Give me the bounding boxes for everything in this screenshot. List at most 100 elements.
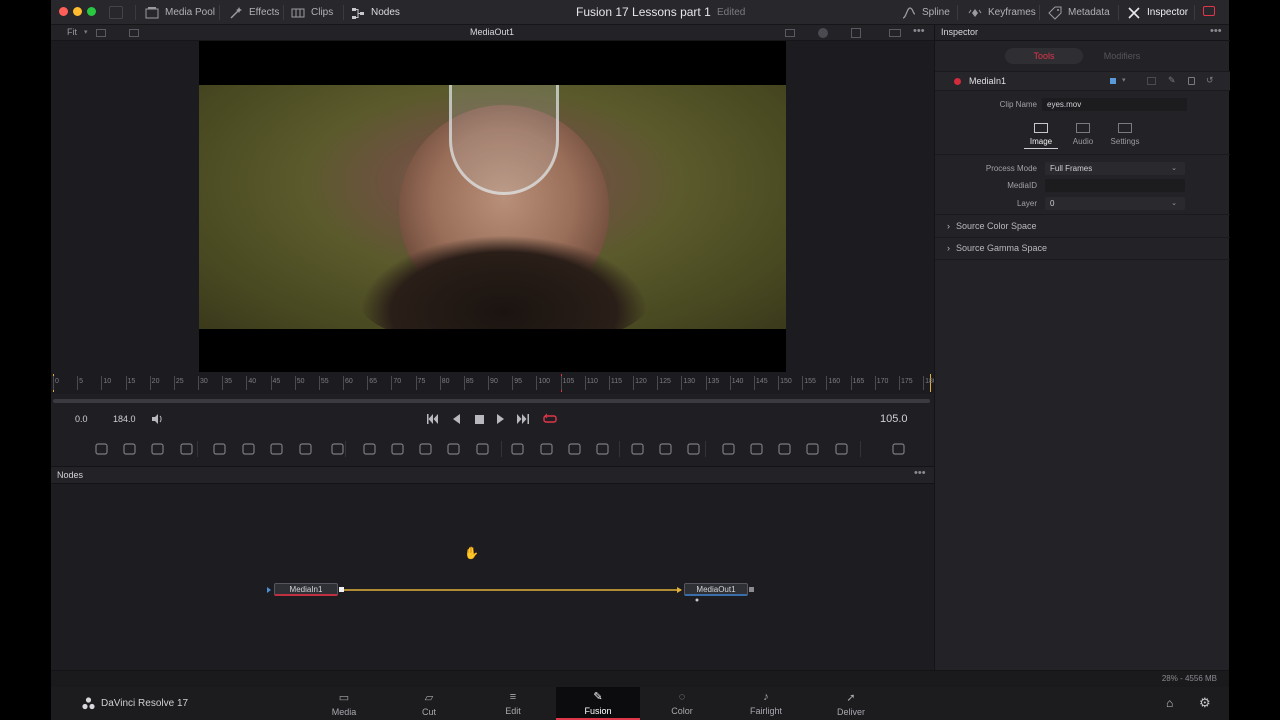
merge-icon[interactable] xyxy=(361,441,377,457)
effects-button[interactable]: Effects xyxy=(229,0,279,25)
nodes-more-icon[interactable]: ••• xyxy=(914,467,926,479)
shape-3d-icon[interactable] xyxy=(720,441,736,457)
ellipse-mask-icon[interactable] xyxy=(538,441,554,457)
ruler-tick xyxy=(584,376,586,390)
tool-header[interactable]: MediaIn1 ▾ ✎ ↺ xyxy=(935,71,1230,91)
stop-icon[interactable] xyxy=(472,412,486,426)
lock-icon[interactable] xyxy=(1188,77,1195,85)
tool-bar xyxy=(51,433,934,465)
zoom-select[interactable]: Fit xyxy=(67,27,77,37)
time-ruler[interactable]: 0 5 10 15 20 25 30 35 40 45 50 55 60 65 70 75 80 85 90 95 10… xyxy=(51,372,937,394)
ruler-tick-label: 145 xyxy=(755,378,768,385)
dual-view-icon[interactable] xyxy=(889,29,901,37)
page-edit[interactable]: ≡ Edit xyxy=(471,687,555,720)
source-color-space-section[interactable]: › Source Color Space xyxy=(947,221,1037,231)
metadata-button[interactable]: Metadata xyxy=(1048,0,1110,25)
p-kill-icon[interactable] xyxy=(685,441,701,457)
home-icon[interactable]: ⌂ xyxy=(1166,696,1173,710)
rectangle-mask-icon[interactable] xyxy=(509,441,525,457)
particles-icon[interactable] xyxy=(211,441,227,457)
view-options-icon[interactable] xyxy=(96,29,106,37)
tab-tools[interactable]: Tools xyxy=(1005,48,1083,64)
renderer-3d-icon[interactable] xyxy=(890,441,906,457)
page-fairlight[interactable]: ♪ Fairlight xyxy=(724,687,808,720)
global-end-field[interactable]: 184.0 xyxy=(113,412,136,426)
zoom-window-button[interactable] xyxy=(87,7,96,16)
viewer[interactable] xyxy=(51,41,934,372)
text-icon[interactable] xyxy=(149,441,165,457)
page-deliver[interactable]: ➚ Deliver xyxy=(809,687,893,720)
transform-icon[interactable] xyxy=(389,441,405,457)
fast-noise-icon[interactable] xyxy=(121,441,137,457)
chevron-down-icon[interactable]: ▾ xyxy=(1122,76,1126,84)
page-color[interactable]: ◌ Color xyxy=(640,687,724,720)
gear-icon[interactable]: ⚙ xyxy=(1199,695,1211,711)
p-render-icon[interactable] xyxy=(657,441,673,457)
page-navigation: DaVinci Resolve 17 ⌂ ⚙ ▭ Media ▱ Cut ≡ Edit ✎ F… xyxy=(51,687,1229,720)
light-3d-icon[interactable] xyxy=(804,441,820,457)
keyframes-button[interactable]: Keyframes xyxy=(968,0,1036,25)
polygon-mask-icon[interactable] xyxy=(566,441,582,457)
mediaid-field[interactable] xyxy=(1045,179,1185,192)
play-forward-icon[interactable] xyxy=(494,412,508,426)
merge-3d-icon[interactable] xyxy=(833,441,849,457)
color-corrector-icon[interactable] xyxy=(329,441,345,457)
process-mode-select[interactable]: Full Frames ⌄ xyxy=(1045,162,1185,175)
spline-button[interactable]: Spline xyxy=(902,0,950,25)
text-3d-icon[interactable] xyxy=(776,441,792,457)
subtab-settings[interactable]: Settings xyxy=(1105,123,1145,146)
subtab-audio[interactable]: Audio xyxy=(1066,123,1100,146)
close-window-button[interactable] xyxy=(59,7,68,16)
minimize-window-button[interactable] xyxy=(73,7,82,16)
versions-icon[interactable] xyxy=(1147,77,1156,85)
pin-icon[interactable]: ✎ xyxy=(1168,75,1176,86)
subtab-image[interactable]: Image xyxy=(1024,123,1058,149)
media-pool-button[interactable]: Media Pool xyxy=(145,0,215,25)
roi-icon[interactable] xyxy=(785,29,795,37)
glow-icon[interactable] xyxy=(297,441,313,457)
go-to-start-icon[interactable] xyxy=(426,412,440,426)
background-icon[interactable] xyxy=(93,441,109,457)
clips-icon xyxy=(291,8,305,17)
page-media[interactable]: ▭ Media xyxy=(302,687,386,720)
global-start-field[interactable]: 0.0 xyxy=(75,412,88,426)
nodes-button[interactable]: Nodes xyxy=(351,0,400,25)
audio-speaker-icon[interactable] xyxy=(150,412,164,426)
tab-modifiers[interactable]: Modifiers xyxy=(1083,48,1161,64)
tool-color-swatch[interactable] xyxy=(1110,78,1116,84)
node-mediain[interactable]: MediaIn1 xyxy=(274,583,338,596)
ruler-tick-label: 20 xyxy=(151,378,160,385)
p-emitter-icon[interactable] xyxy=(629,441,645,457)
clips-button[interactable]: Clips xyxy=(291,0,333,25)
resize-icon[interactable] xyxy=(445,441,461,457)
paint-icon[interactable] xyxy=(178,441,194,457)
inspector-button[interactable]: Inspector xyxy=(1127,0,1188,25)
loop-icon[interactable] xyxy=(543,412,557,426)
chevron-down-icon: ⌄ xyxy=(1171,165,1177,172)
play-reverse-icon[interactable] xyxy=(450,412,464,426)
grid-icon[interactable] xyxy=(851,28,861,38)
go-to-end-icon[interactable] xyxy=(516,412,530,426)
reset-icon[interactable]: ↺ xyxy=(1206,75,1214,86)
lut-icon[interactable] xyxy=(818,28,828,38)
page-fusion[interactable]: ✎ Fusion xyxy=(556,687,640,720)
timeline-scrubber[interactable] xyxy=(53,399,930,403)
display-icon[interactable] xyxy=(129,29,139,37)
workspace-toggle-icon[interactable] xyxy=(109,6,123,19)
blur-icon[interactable] xyxy=(240,441,256,457)
page-cut[interactable]: ▱ Cut xyxy=(387,687,471,720)
inspector-more-icon[interactable]: ••• xyxy=(1210,25,1222,37)
layer-select[interactable]: 0 ⌄ xyxy=(1045,197,1185,210)
node-editor[interactable]: MediaIn1 MediaOut1 ✋ xyxy=(51,484,934,670)
source-gamma-space-section[interactable]: › Source Gamma Space xyxy=(947,243,1047,253)
letterbox-icon[interactable] xyxy=(474,441,490,457)
node-mediaout[interactable]: MediaOut1 xyxy=(684,583,748,596)
current-time-field[interactable]: 105.0 xyxy=(880,412,908,426)
viewer-more-icon[interactable]: ••• xyxy=(913,25,925,37)
blur-alt-icon[interactable] xyxy=(268,441,284,457)
camera-3d-icon[interactable] xyxy=(748,441,764,457)
crop-icon[interactable] xyxy=(417,441,433,457)
fullscreen-icon[interactable] xyxy=(1203,6,1215,16)
bspline-mask-icon[interactable] xyxy=(594,441,610,457)
clip-name-field[interactable]: eyes.mov xyxy=(1042,98,1187,111)
